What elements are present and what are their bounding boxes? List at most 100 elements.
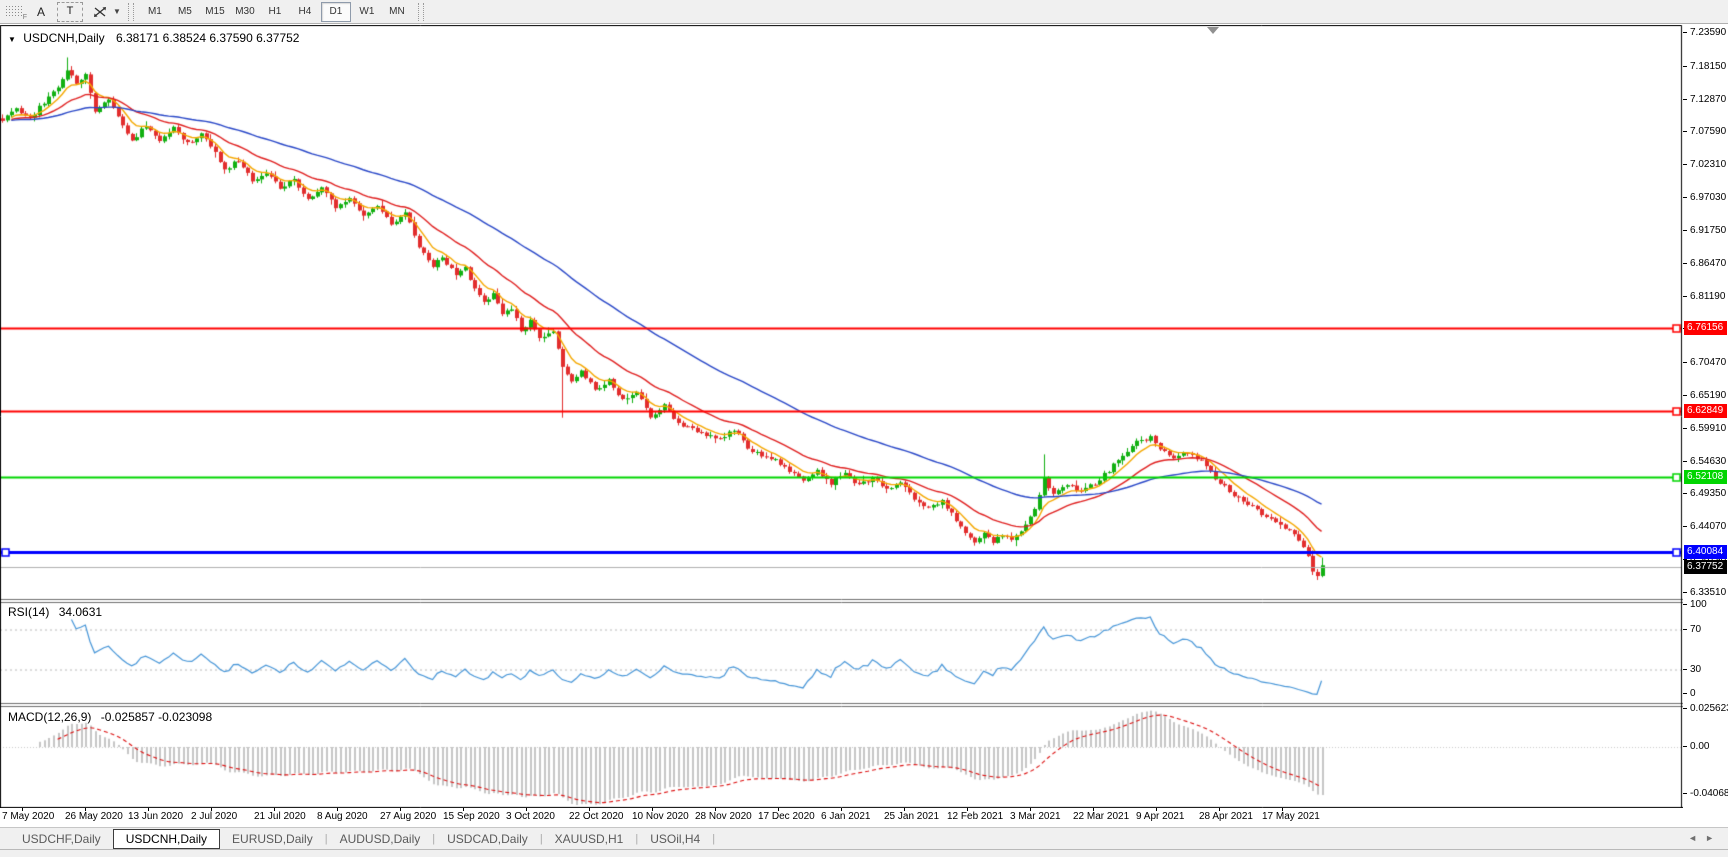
hline-price-label[interactable]: 6.37752	[1684, 559, 1727, 574]
price-tick-label: 7.07590	[1683, 126, 1728, 138]
tab-usdcad-daily[interactable]: USDCAD,Daily	[435, 830, 540, 848]
timeframe-button-M30[interactable]: M30	[231, 3, 259, 21]
timeframe-button-M1[interactable]: M1	[141, 3, 169, 21]
rsi-axis-label: 70	[1683, 624, 1728, 636]
date-label: 17 Dec 2020	[758, 811, 815, 822]
price-axis[interactable]: 7.23590 7.18150 7.12870 7.07590 7.02310 6.970…	[1683, 25, 1728, 808]
price-tick-label: 6.86470	[1683, 258, 1728, 270]
date-label: 13 Jun 2020	[128, 811, 184, 822]
date-tick	[652, 808, 653, 811]
macd-label: MACD(12,26,9)	[8, 710, 92, 724]
date-tick	[526, 808, 527, 811]
hline-price-label[interactable]: 6.62849	[1684, 403, 1727, 418]
hline-price-label[interactable]: 6.40084	[1684, 545, 1727, 560]
date-axis[interactable]: 7 May 2020 26 May 2020 13 Jun 2020 2 Jul 20…	[0, 808, 1683, 826]
price-tick-label: 7.18150	[1683, 61, 1728, 73]
timeframe-button-M5[interactable]: M5	[171, 3, 199, 21]
timeframe-button-MN[interactable]: MN	[383, 3, 411, 21]
timeframe-button-W1[interactable]: W1	[353, 3, 381, 21]
date-tick	[589, 808, 590, 811]
date-label: 9 Apr 2021	[1136, 811, 1185, 822]
date-tick	[85, 808, 86, 811]
timeframe-buttons: M1 M5 M15 M30 H1 H4 D1 W1 MN	[141, 1, 411, 22]
date-label: 25 Jan 2021	[884, 811, 940, 822]
top-toolbar: F A T ▼ M1 M5 M15 M30 H1 H4 D1 W1 MN	[0, 0, 1728, 24]
collapse-triangle-icon[interactable]: ▼	[8, 35, 16, 44]
price-tick-label: 7.23590	[1683, 27, 1728, 39]
date-label: 28 Apr 2021	[1199, 811, 1253, 822]
tab-list: USDCHF,Daily USDCNH,Daily EURUSD,Daily | AUD…	[10, 828, 716, 849]
tab-scroll-left-icon[interactable]: ◄	[1688, 833, 1705, 843]
price-tick-label: 6.81190	[1683, 291, 1728, 303]
date-label: 15 Sep 2020	[443, 811, 500, 822]
toolbar-separator	[127, 2, 134, 21]
date-tick	[715, 808, 716, 811]
date-label: 3 Oct 2020	[506, 811, 555, 822]
tab-usdcnh-daily[interactable]: USDCNH,Daily	[112, 828, 221, 849]
price-tick-label: 6.65190	[1683, 390, 1728, 402]
date-tick	[22, 808, 23, 811]
timeframe-button-M15[interactable]: M15	[201, 3, 229, 21]
price-tick-label: 6.70470	[1683, 357, 1728, 369]
date-tick	[274, 808, 275, 811]
date-tick	[904, 808, 905, 811]
rsi-axis-label: 100	[1683, 599, 1728, 611]
rsi-axis-label: 30	[1683, 664, 1728, 676]
date-label: 8 Aug 2020	[317, 811, 368, 822]
date-tick	[1030, 808, 1031, 811]
chart-ohlc-values: 6.38171 6.38524 6.37590 6.37752	[115, 31, 300, 45]
date-label: 22 Mar 2021	[1073, 811, 1130, 822]
chart-canvas[interactable]	[0, 25, 1683, 809]
date-label: 10 Nov 2020	[632, 811, 689, 822]
toolbar-separator-2	[417, 2, 424, 21]
date-tick	[1282, 808, 1283, 811]
price-tick-label: 6.33510	[1683, 587, 1728, 599]
price-tick-label: 6.49350	[1683, 488, 1728, 500]
tab-usoil-h4[interactable]: USOil,H4	[638, 830, 712, 848]
date-tick	[1093, 808, 1094, 811]
expert-grid-icon[interactable]: F	[5, 5, 27, 21]
tab-scroll-right-icon[interactable]: ►	[1705, 833, 1722, 843]
date-label: 3 Mar 2021	[1010, 811, 1061, 822]
hline-price-label[interactable]: 6.76156	[1684, 320, 1727, 335]
timeframe-button-D1[interactable]: D1	[320, 1, 351, 22]
date-tick	[400, 808, 401, 811]
rsi-axis-label: 0	[1683, 688, 1728, 700]
tab-usdchf-daily[interactable]: USDCHF,Daily	[10, 830, 113, 848]
price-tick-label: 6.54630	[1683, 456, 1728, 468]
date-tick	[148, 808, 149, 811]
tab-eurusd-daily[interactable]: EURUSD,Daily	[220, 830, 325, 848]
date-label: 27 Aug 2020	[380, 811, 437, 822]
tab-divider: |	[712, 832, 716, 845]
date-tick	[967, 808, 968, 811]
date-tick	[463, 808, 464, 811]
macd-values: -0.025857 -0.023098	[100, 710, 213, 724]
hline-price-label[interactable]: 6.52108	[1684, 470, 1727, 485]
macd-axis-label: 0.025623	[1683, 703, 1728, 715]
arrows-dropdown-caret[interactable]: ▼	[113, 7, 121, 16]
date-tick	[1156, 808, 1157, 811]
date-label: 28 Nov 2020	[695, 811, 752, 822]
tab-xauusd-h1[interactable]: XAUUSD,H1	[543, 830, 636, 848]
text-tool-icon[interactable]: T	[57, 1, 83, 22]
rsi-value: 34.0631	[58, 605, 103, 619]
arrows-tool-icon[interactable]	[91, 3, 109, 21]
chart-shift-marker-icon[interactable]	[1207, 27, 1219, 34]
diagonal-arrows-icon	[94, 6, 106, 17]
price-tick-label: 6.59910	[1683, 423, 1728, 435]
macd-axis-label: 0.00	[1683, 741, 1728, 753]
date-label: 6 Jan 2021	[821, 811, 871, 822]
date-tick	[211, 808, 212, 811]
timeframe-button-H1[interactable]: H1	[261, 3, 289, 21]
date-tick	[841, 808, 842, 811]
label-a-icon[interactable]: A	[32, 3, 50, 21]
date-label: 26 May 2020	[65, 811, 123, 822]
macd-label-row: MACD(12,26,9) -0.025857 -0.023098	[8, 710, 212, 724]
chart-tabbar: USDCHF,Daily USDCNH,Daily EURUSD,Daily | AUD…	[0, 827, 1728, 849]
chart-title-row: ▼ USDCNH,Daily 6.38171 6.38524 6.37590 6…	[8, 31, 299, 45]
date-tick	[337, 808, 338, 811]
tab-audusd-daily[interactable]: AUDUSD,Daily	[328, 830, 433, 848]
timeframe-button-H4[interactable]: H4	[291, 3, 319, 21]
price-tick-label: 6.91750	[1683, 225, 1728, 237]
rsi-label: RSI(14)	[8, 605, 50, 619]
